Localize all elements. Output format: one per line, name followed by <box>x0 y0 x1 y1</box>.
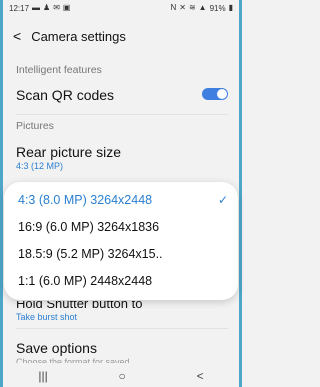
battery-icon: ▮ <box>228 3 233 12</box>
status-bar: 12:17 ▬ ♟ ✉ ▣ N ✕ ≋ ▲ 91% ▮ <box>3 0 239 16</box>
chat-icon: ▬ <box>32 3 41 12</box>
dropdown-option-4[interactable]: 1:1 (6.0 MP) 2448x2448 <box>18 269 228 293</box>
hold-shutter-label[interactable]: Hold Shutter button to <box>16 301 142 311</box>
frame-edge-left <box>0 0 3 387</box>
divider <box>16 114 228 115</box>
save-options-description: Choose the format for saved <box>16 357 130 363</box>
frame-edge-right <box>239 0 242 387</box>
option-label: 4:3 (8.0 MP) 3264x2448 <box>18 193 153 207</box>
check-icon: ✓ <box>217 193 228 207</box>
option-label: 1:1 (6.0 MP) 2448x2448 <box>18 274 153 288</box>
status-time: 12:17 <box>9 3 30 13</box>
mail-icon: ✉ <box>53 3 60 12</box>
section-pictures: Pictures <box>16 120 54 132</box>
scan-qr-toggle[interactable] <box>202 88 228 100</box>
mute-icon: ✕ <box>179 3 186 12</box>
option-label: 16:9 (6.0 MP) 3264x1836 <box>18 220 160 234</box>
back-icon[interactable]: < <box>197 369 204 383</box>
rear-picture-size-value: 4:3 (12 MP) <box>16 161 64 171</box>
dropdown-option-2[interactable]: 16:9 (6.0 MP) 3264x1836 <box>18 215 228 239</box>
dropdown-option-1[interactable]: 4:3 (8.0 MP) 3264x2448 ✓ <box>18 188 228 212</box>
page-title: Camera settings <box>31 28 126 44</box>
dropdown-option-3[interactable]: 18.5:9 (5.2 MP) 3264x15.. <box>18 242 228 266</box>
section-intelligent-features: Intelligent features <box>16 64 102 76</box>
image-icon: ▣ <box>62 3 71 12</box>
navigation-bar: ||| ○ < <box>3 365 239 387</box>
nfc-icon: N <box>170 3 177 12</box>
rear-picture-size-label[interactable]: Rear picture size <box>16 144 121 160</box>
home-icon[interactable]: ○ <box>119 369 126 383</box>
save-options-label[interactable]: Save options <box>16 340 97 356</box>
back-arrow-icon[interactable]: < <box>13 29 21 43</box>
divider <box>16 328 228 329</box>
toggle-knob <box>217 89 227 99</box>
signal-icon: ▲ <box>198 3 207 12</box>
battery-level: 91% <box>209 3 226 13</box>
picture-size-dropdown: 4:3 (8.0 MP) 3264x2448 ✓ 16:9 (6.0 MP) 3… <box>4 182 238 300</box>
option-label: 18.5:9 (5.2 MP) 3264x15.. <box>18 247 163 261</box>
page-header: < Camera settings <box>3 22 239 50</box>
hold-shutter-value: Take burst shot <box>16 312 78 322</box>
wifi-icon: ≋ <box>188 3 196 12</box>
recents-icon[interactable]: ||| <box>38 369 47 383</box>
person-icon: ♟ <box>43 3 51 12</box>
scan-qr-label[interactable]: Scan QR codes <box>16 87 114 103</box>
